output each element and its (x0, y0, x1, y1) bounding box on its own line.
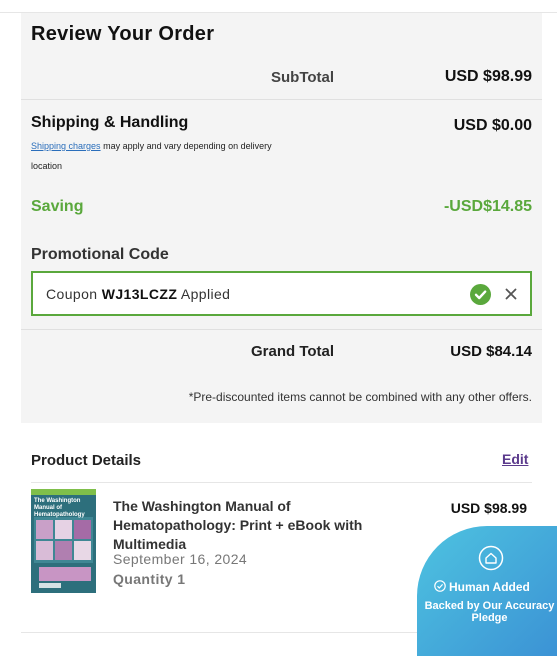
saving-value: -USD$14.85 (443, 198, 532, 215)
shipping-label: Shipping & Handling (31, 114, 189, 131)
badge-title: Human Added (434, 580, 530, 594)
product-quantity: Quantity 1 (113, 571, 186, 587)
order-summary-panel: Review Your Order SubTotal USD $98.99 Sh… (21, 13, 542, 423)
human-added-badge: Human Added Backed by Our Accuracy Pledg… (417, 526, 557, 656)
grand-total-label: Grand Total (251, 343, 335, 360)
subtotal-label: SubTotal (271, 69, 335, 86)
edit-link[interactable]: Edit (502, 451, 528, 467)
shipping-charges-link[interactable]: Shipping charges (31, 141, 101, 151)
saving-label: Saving (31, 198, 84, 215)
product-price: USD $98.99 (450, 500, 527, 516)
promo-code-field[interactable]: Coupon WJ13LCZZ Applied (31, 271, 532, 316)
section-divider (31, 482, 532, 483)
page-title: Review Your Order (31, 23, 215, 45)
section-divider (21, 329, 542, 330)
discount-disclaimer: *Pre-discounted items cannot be combined… (188, 390, 532, 404)
remove-coupon-icon[interactable] (500, 283, 522, 305)
section-divider (21, 99, 542, 100)
check-circle-icon (434, 580, 446, 592)
cover-title: The Washington Manual of Hematopathology (34, 498, 85, 518)
home-icon (478, 545, 504, 571)
product-details-heading: Product Details (31, 452, 142, 469)
subtotal-value: USD $98.99 (444, 68, 532, 85)
grand-total-value: USD $84.14 (450, 343, 532, 360)
book-cover-image[interactable]: The Washington Manual of Hematopathology (31, 489, 96, 593)
product-name[interactable]: The Washington Manual of Hematopathology… (113, 497, 388, 554)
shipping-value: USD $0.00 (453, 117, 532, 134)
badge-subtitle: Backed by Our Accuracy Pledge (424, 600, 555, 624)
applied-coupon-text: Coupon WJ13LCZZ Applied (46, 286, 231, 302)
shipping-note: Shipping charges may apply and vary depe… (31, 136, 301, 176)
check-circle-icon (470, 284, 491, 305)
product-date: September 16, 2024 (113, 551, 248, 567)
coupon-code: WJ13LCZZ (101, 286, 178, 302)
promo-code-label: Promotional Code (31, 246, 169, 263)
